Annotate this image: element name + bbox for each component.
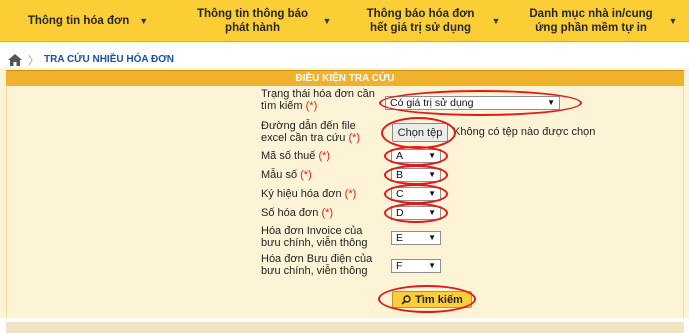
caret-down-icon: ▼ — [139, 16, 149, 26]
breadcrumb-separator: 〉 — [28, 54, 39, 67]
nav-label: Thông tin hóa đơn — [27, 15, 130, 27]
postal-invoice-select[interactable]: E ▼ — [391, 231, 441, 245]
nav-printer-directory[interactable]: Danh mục nhà in/cung ứng phần mềm tự in … — [512, 0, 689, 42]
required-marker: (*) — [321, 207, 334, 219]
dropdown-arrow-icon: ▼ — [428, 261, 436, 270]
breadcrumb: 〉 TRA CỨU NHIỀU HÓA ĐƠN — [0, 51, 689, 68]
required-marker: (*) — [318, 150, 331, 162]
postal-invoice-label-text: Hóa đơn Invoice của bưu chính, viễn thôn… — [261, 225, 368, 249]
excel-label-text: Đường dẫn đến file excel cần tra cứu — [261, 120, 356, 144]
number-label-text: Số hóa đơn — [261, 207, 319, 219]
postal-bill-value: F — [396, 260, 403, 272]
panel-title: ĐIỀU KIỆN TRA CỨU — [295, 73, 395, 84]
number-label: Số hóa đơn (*) — [261, 207, 381, 219]
annotation-oval — [384, 184, 448, 204]
nav-label: Thông báo hóa đơn hết giá trị sử dụng — [366, 8, 475, 34]
annotation-oval — [384, 165, 448, 185]
tax-code-label: Mã số thuế (*) — [261, 150, 381, 162]
required-marker: (*) — [348, 132, 361, 144]
required-marker: (*) — [344, 188, 357, 200]
postal-bill-label: Hóa đơn Bưu điện của bưu chính, viễn thô… — [261, 253, 381, 277]
top-navigation: Thông tin hóa đơn ▼ Thông tin thông báo … — [0, 0, 689, 42]
annotation-oval — [384, 203, 448, 223]
search-conditions-header: ĐIỀU KIỆN TRA CỨU — [6, 70, 684, 86]
annotation-oval — [384, 146, 448, 166]
template-label: Mẫu số (*) — [261, 169, 381, 181]
search-form: Trạng thái hóa đơn cần tìm kiếm (*) Có g… — [6, 86, 684, 318]
annotation-oval — [379, 90, 582, 116]
caret-down-icon: ▼ — [322, 16, 332, 26]
nav-expired-invoice-notice[interactable]: Thông báo hóa đơn hết giá trị sử dụng ▼ — [348, 0, 512, 42]
symbol-label-text: Ký hiệu hóa đơn — [261, 188, 342, 200]
breadcrumb-current[interactable]: TRA CỨU NHIỀU HÓA ĐƠN — [44, 54, 174, 65]
status-label: Trạng thái hóa đơn cần tìm kiếm (*) — [261, 88, 381, 112]
annotation-oval — [378, 285, 476, 313]
nav-label: Danh mục nhà in/cung ứng phần mềm tự in — [529, 8, 653, 34]
annotation-oval — [381, 117, 456, 149]
required-marker: (*) — [305, 100, 318, 112]
caret-down-icon: ▼ — [668, 16, 678, 26]
home-icon[interactable] — [8, 53, 22, 66]
dropdown-arrow-icon: ▼ — [428, 233, 436, 242]
nav-issuance-notice[interactable]: Thông tin thông báo phát hành ▼ — [176, 0, 348, 42]
spacer — [0, 43, 689, 51]
symbol-label: Ký hiệu hóa đơn (*) — [261, 188, 381, 200]
postal-bill-label-text: Hóa đơn Bưu điện của bưu chính, viễn thô… — [261, 253, 373, 277]
nav-invoice-info[interactable]: Thông tin hóa đơn ▼ — [0, 0, 176, 42]
status-label-text: Trạng thái hóa đơn cần tìm kiếm — [261, 88, 375, 112]
caret-down-icon: ▼ — [491, 16, 501, 26]
no-file-text: Không có tệp nào được chọn — [453, 126, 596, 138]
required-marker: (*) — [300, 169, 312, 181]
tax-code-label-text: Mã số thuế — [261, 150, 316, 162]
postal-invoice-label: Hóa đơn Invoice của bưu chính, viễn thôn… — [261, 225, 381, 249]
excel-label: Đường dẫn đến file excel cần tra cứu (*) — [261, 120, 381, 144]
postal-invoice-value: E — [396, 232, 404, 244]
nav-label: Thông tin thông báo phát hành — [196, 8, 309, 34]
postal-bill-select[interactable]: F ▼ — [391, 259, 441, 273]
template-label-text: Mẫu số — [261, 169, 298, 181]
next-section-bar — [6, 322, 684, 333]
